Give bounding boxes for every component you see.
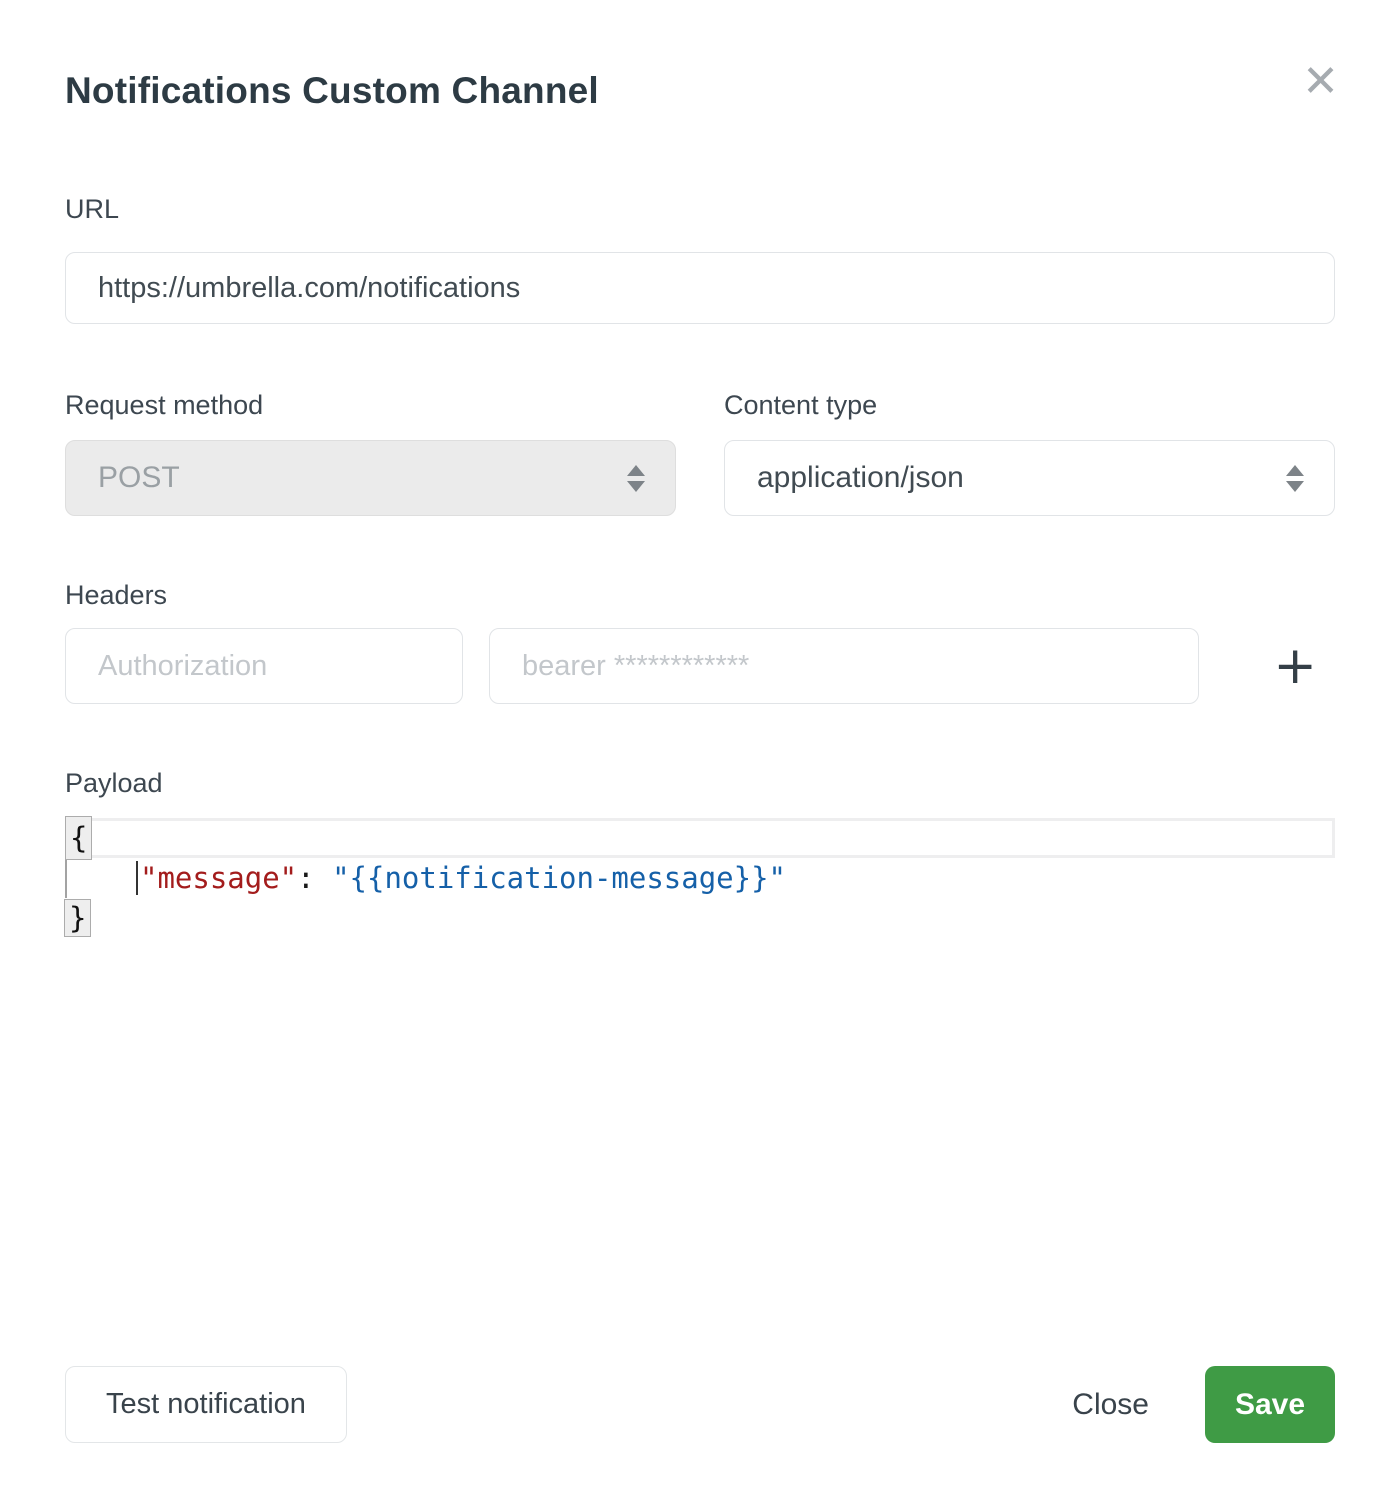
header-name-input[interactable]: [65, 628, 463, 704]
close-button[interactable]: Close: [1072, 1388, 1149, 1422]
header-value-input[interactable]: [489, 628, 1199, 704]
dialog-header: Notifications Custom Channel ✕: [65, 0, 1335, 114]
url-input[interactable]: [65, 252, 1335, 324]
request-method-label: Request method: [65, 388, 676, 422]
payload-group: Payload { "message": "{{notification-mes…: [65, 766, 1335, 938]
matching-bracket-open: {: [65, 816, 92, 860]
add-header-button[interactable]: +: [1273, 640, 1317, 692]
test-notification-button[interactable]: Test notification: [65, 1366, 347, 1443]
footer-actions: Close Save: [1072, 1366, 1335, 1443]
content-type-label: Content type: [724, 388, 1335, 422]
url-label: URL: [65, 192, 1335, 226]
select-updown-icon: [627, 465, 645, 492]
matching-bracket-close: }: [64, 899, 91, 937]
payload-label: Payload: [65, 766, 1335, 800]
method-content-row: Request method POST Content type applica…: [65, 388, 1335, 516]
json-separator: :: [297, 861, 332, 895]
dialog-title: Notifications Custom Channel: [65, 68, 1335, 114]
content-type-group: Content type application/json: [724, 388, 1335, 516]
headers-group: Headers +: [65, 578, 1335, 704]
headers-row: +: [65, 628, 1335, 704]
content-type-select[interactable]: application/json: [724, 440, 1335, 516]
request-method-select[interactable]: POST: [65, 440, 676, 516]
close-icon[interactable]: ✕: [1302, 60, 1339, 104]
headers-label: Headers: [65, 578, 1335, 612]
text-cursor: [136, 861, 138, 895]
select-updown-icon: [1286, 465, 1304, 492]
code-line-message: "message": "{{notification-message}}": [65, 858, 1335, 898]
content-type-value: application/json: [757, 461, 964, 495]
json-value: "{{notification-message}}": [332, 861, 786, 895]
payload-code-editor[interactable]: { "message": "{{notification-message}}" …: [65, 818, 1335, 938]
dialog-footer: Test notification Close Save: [65, 1366, 1335, 1443]
notifications-custom-channel-dialog: Notifications Custom Channel ✕ URL Reque…: [0, 0, 1400, 1508]
url-field-group: URL: [65, 192, 1335, 324]
request-method-value: POST: [98, 461, 180, 495]
save-button[interactable]: Save: [1205, 1366, 1335, 1443]
code-line-open-brace: {: [65, 818, 1335, 858]
request-method-group: Request method POST: [65, 388, 676, 516]
code-line-close-brace: }: [65, 898, 1335, 938]
json-key: "message": [140, 861, 297, 895]
